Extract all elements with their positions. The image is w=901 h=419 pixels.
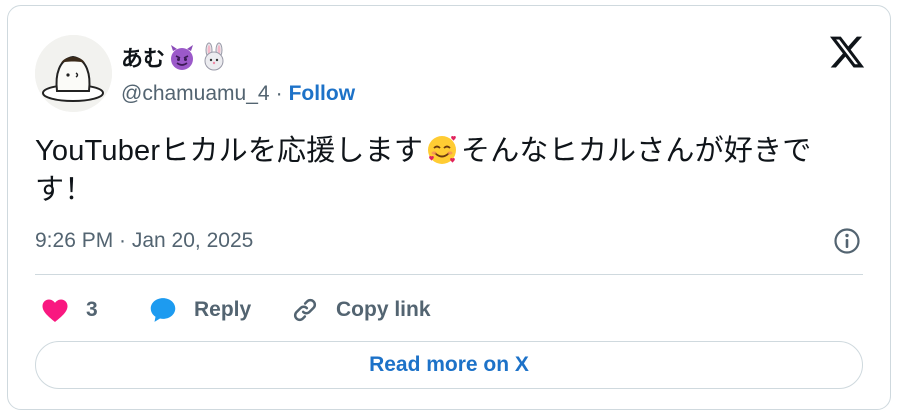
avatar[interactable] [35, 35, 112, 112]
info-icon[interactable] [832, 226, 862, 256]
reply-button[interactable]: Reply [148, 290, 251, 330]
separator-dot: · [275, 82, 283, 105]
like-button[interactable]: 3 [40, 290, 98, 330]
author-display-name[interactable]: あむ [121, 41, 165, 73]
author-name-row: あむ [121, 39, 229, 75]
like-count: 3 [86, 298, 98, 321]
pudding-avatar-image [35, 35, 112, 112]
tweet-text: YouTuberヒカルを応援します そんなヒカルさんが好きです！ [35, 132, 865, 210]
link-icon [290, 295, 320, 325]
follow-link[interactable]: Follow [289, 82, 356, 106]
smiling-face-with-hearts-icon [425, 133, 459, 167]
author-handle-row: @chamuamu_4 · Follow [121, 82, 355, 106]
speech-bubble-icon [148, 295, 178, 325]
divider [35, 274, 863, 275]
rabbit-icon [199, 42, 229, 72]
tweet-card: あむ @chamuamu_4 · Follow YouTuberヒカルを応援しま… [7, 5, 891, 410]
smiling-imp-icon [167, 42, 197, 72]
author-handle[interactable]: @chamuamu_4 [121, 82, 270, 106]
tweet-text-part1: YouTuberヒカルを応援します [35, 135, 424, 167]
tweet-timestamp[interactable]: 9:26 PM · Jan 20, 2025 [35, 229, 253, 253]
read-more-button[interactable]: Read more on X [35, 341, 863, 389]
copy-link-button[interactable]: Copy link [290, 290, 431, 330]
reply-label: Reply [194, 298, 252, 321]
x-logo-icon[interactable] [828, 33, 866, 71]
copy-link-label: Copy link [336, 298, 431, 321]
heart-icon [40, 295, 70, 325]
read-more-label: Read more on X [369, 353, 529, 376]
